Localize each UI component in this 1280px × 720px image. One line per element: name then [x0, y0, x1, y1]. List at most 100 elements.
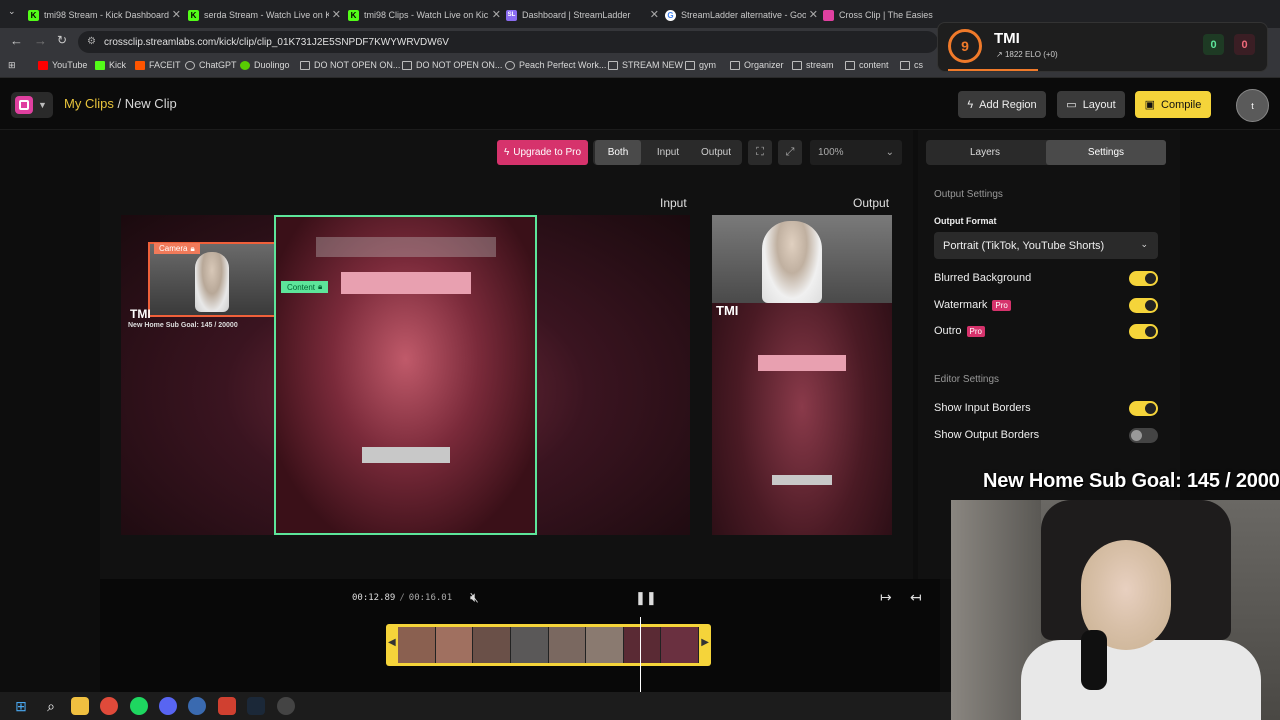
address-bar[interactable]: ⚙ crossclip.streamlabs.com/kick/clip/cli…: [78, 31, 938, 53]
layout-button[interactable]: ▭ Layout: [1057, 91, 1125, 118]
discord-icon[interactable]: [159, 697, 177, 715]
editor-canvas: ϟ Upgrade to Pro Both Input Output ⛶ ⤢ 10…: [100, 130, 913, 579]
tab-layers[interactable]: Layers: [926, 140, 1044, 165]
bookmark-faceit[interactable]: FACEIT: [135, 60, 181, 70]
breadcrumb-current: New Clip: [124, 96, 177, 111]
browser-tab-1[interactable]: K tmi98 Stream - Kick Dashboard ✕: [28, 4, 183, 26]
output-format-select[interactable]: Portrait (TikTok, YouTube Shorts) ⌄: [934, 232, 1158, 259]
close-tab-icon[interactable]: ✕: [650, 8, 659, 21]
blurred-background-toggle[interactable]: [1129, 271, 1158, 286]
thumbnail: [661, 627, 699, 663]
browser-tab-5[interactable]: G StreamLadder alternative - Goo ✕: [665, 4, 820, 26]
camera-tag[interactable]: Camera 🔒︎: [154, 243, 200, 254]
stream-subgoal-text: New Home Sub Goal: 145 / 20000: [983, 470, 1280, 492]
apps-icon[interactable]: ⊞: [8, 60, 16, 71]
folder-icon: [845, 60, 855, 70]
obs-icon[interactable]: [277, 697, 295, 715]
compile-button[interactable]: ▣ Compile: [1135, 91, 1211, 118]
folder-icon: [300, 60, 310, 70]
screenshot-icon[interactable]: ⛶: [748, 140, 772, 165]
bookmark-youtube[interactable]: YouTube: [38, 60, 87, 70]
forward-arrow-icon[interactable]: →: [34, 33, 47, 48]
output-format-label: Output Format: [934, 216, 997, 226]
bookmark-chatgpt[interactable]: ChatGPT: [185, 60, 237, 70]
bookmark-duolingo[interactable]: Duolingo: [240, 60, 290, 70]
breadcrumb-my-clips[interactable]: My Clips: [64, 96, 114, 111]
mute-icon[interactable]: 🔇︎: [470, 589, 479, 606]
browser-tab-2[interactable]: K serda Stream - Watch Live on K ✕: [188, 4, 343, 26]
fullscreen-icon[interactable]: ⤢: [778, 140, 802, 165]
pause-icon[interactable]: ❚❚: [635, 590, 657, 606]
bookmark-folder-stream[interactable]: stream: [792, 60, 834, 70]
kick-icon: [95, 60, 105, 70]
trim-handle-right[interactable]: ▶: [701, 637, 709, 648]
site-info-icon[interactable]: ⚙: [87, 36, 96, 47]
bookmark-folder-content[interactable]: content: [845, 60, 889, 70]
view-mode-output[interactable]: Output: [693, 140, 739, 165]
lock-icon: 🔒︎: [318, 282, 323, 291]
add-region-button[interactable]: ϟ Add Region: [958, 91, 1046, 118]
browser-tab-4[interactable]: SL Dashboard | StreamLadder ✕: [506, 4, 661, 26]
browser-tab-3[interactable]: K tmi98 Clips - Watch Live on Kic ✕: [348, 4, 503, 26]
show-output-borders-toggle[interactable]: [1129, 428, 1158, 443]
reload-icon[interactable]: ↻: [57, 33, 67, 47]
file-explorer-icon[interactable]: [71, 697, 89, 715]
app-logo-menu[interactable]: ▼: [11, 92, 53, 118]
panel-tabs: Layers Settings: [926, 140, 1166, 165]
content-region[interactable]: [274, 215, 537, 535]
toggle-row-outro: Outro Pro: [934, 323, 1158, 339]
trim-end-icon[interactable]: ↤: [910, 589, 922, 606]
thumbnail: [510, 627, 549, 663]
folder-icon: [685, 60, 695, 70]
bookmark-folder-1[interactable]: DO NOT OPEN ON...: [300, 60, 400, 70]
close-tab-icon[interactable]: ✕: [332, 8, 341, 21]
trim-start-icon[interactable]: ↦: [880, 589, 892, 606]
bookmark-folder-organizer[interactable]: Organizer: [730, 60, 784, 70]
search-icon[interactable]: ⌕: [42, 697, 60, 715]
webcam-microphone: [1081, 630, 1107, 690]
bookmark-folder-stream-new[interactable]: STREAM NEW: [608, 60, 683, 70]
bookmark-folder-gym[interactable]: gym: [685, 60, 716, 70]
show-input-borders-toggle[interactable]: [1129, 401, 1158, 416]
close-tab-icon[interactable]: ✕: [492, 8, 501, 21]
view-mode-input[interactable]: Input: [645, 140, 691, 165]
output-preview[interactable]: TMI: [712, 215, 892, 535]
output-hud-block: [758, 355, 846, 371]
compile-icon: ▣: [1144, 99, 1156, 111]
bookmark-peach[interactable]: Peach Perfect Work...: [505, 60, 606, 70]
brave-icon[interactable]: [218, 697, 236, 715]
timeline-strip[interactable]: ◀ ▶: [386, 624, 711, 666]
content-tag[interactable]: Content 🔒︎: [281, 281, 329, 293]
spotify-icon[interactable]: [130, 697, 148, 715]
thumbnail: [623, 627, 662, 663]
windows-taskbar: ⊞ ⌕: [0, 692, 951, 720]
playhead[interactable]: [640, 617, 642, 692]
folder-icon: [792, 60, 802, 70]
bookmark-kick[interactable]: Kick: [95, 60, 126, 70]
tab-search-icon[interactable]: ⌄: [8, 6, 16, 17]
avatar[interactable]: t: [1236, 89, 1269, 122]
back-arrow-icon[interactable]: ←: [10, 33, 23, 48]
view-mode-both[interactable]: Both: [595, 140, 641, 165]
bookmark-folder-2[interactable]: DO NOT OPEN ON...: [402, 60, 502, 70]
browser-tab-6[interactable]: Cross Clip | The Easiest Way to: [823, 4, 933, 26]
steam-icon[interactable]: [247, 697, 265, 715]
outro-toggle[interactable]: [1129, 324, 1158, 339]
close-tab-icon[interactable]: ✕: [809, 8, 818, 21]
app-icon[interactable]: [188, 697, 206, 715]
upgrade-to-pro-button[interactable]: ϟ Upgrade to Pro: [497, 140, 588, 165]
close-tab-icon[interactable]: ✕: [172, 8, 181, 21]
zoom-select[interactable]: 100% ⌄: [810, 140, 902, 165]
windows-start-icon[interactable]: ⊞: [12, 697, 30, 715]
tab-settings[interactable]: Settings: [1046, 140, 1166, 165]
bookmark-folder-cs[interactable]: cs: [900, 60, 923, 70]
watermark-toggle[interactable]: [1129, 298, 1158, 313]
input-preview[interactable]: TMI New Home Sub Goal: 145 / 20000: [121, 215, 690, 535]
folder-icon: [402, 60, 412, 70]
crossclip-logo-icon: [15, 96, 33, 114]
chrome-icon[interactable]: [100, 697, 118, 715]
camera-feed-image: [195, 252, 229, 312]
trim-handle-left[interactable]: ◀: [388, 637, 396, 648]
thumbnail-strip: [398, 627, 699, 663]
input-overlay-subgoal: New Home Sub Goal: 145 / 20000: [128, 322, 238, 329]
